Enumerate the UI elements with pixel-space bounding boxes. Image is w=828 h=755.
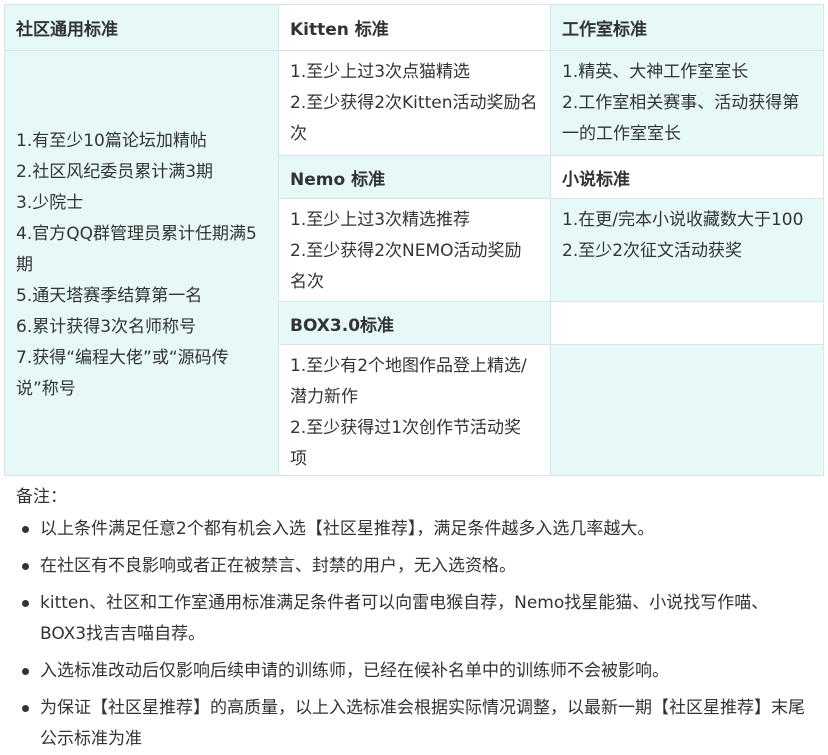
studio-standard-header: 工作室标准 xyxy=(551,5,823,50)
row-divider xyxy=(279,198,823,199)
nemo-standard-body: 1.至少上过3次精选推荐 2.至少获得2次NEMO活动奖励名次 xyxy=(279,199,550,301)
list-item: kitten、社区和工作室通用标准满足条件者可以向雷电猴自荐，Nemo找星能猫、… xyxy=(16,588,812,650)
box3-standard-body: 1.至少有2个地图作品登上精选/潜力新作 2.至少获得过1次创作节活动奖项 xyxy=(279,345,550,475)
list-item: 1.有至少10篇论坛加精帖 xyxy=(16,131,207,151)
note-text: 在社区有不良影响或者正在被禁言、封禁的用户，无入选资格。 xyxy=(40,556,516,576)
bullet-icon xyxy=(22,563,29,570)
list-item: 3.少院士 xyxy=(16,193,84,213)
bullet-icon xyxy=(22,668,29,675)
list-item: 1.至少上过3次点猫精选 xyxy=(290,62,471,82)
notes-section: 备注： 以上条件满足任意2个都有机会入选【社区星推荐】，满足条件越多入选几率越大… xyxy=(4,476,824,749)
list-item: 在社区有不良影响或者正在被禁言、封禁的用户，无入选资格。 xyxy=(16,551,812,582)
list-item: 1.至少上过3次精选推荐 xyxy=(290,210,471,230)
list-item: 2.至少2次征文活动获奖 xyxy=(562,241,743,261)
list-item: 1.至少有2个地图作品登上精选/潜力新作 xyxy=(290,356,527,407)
list-item: 为保证【社区星推荐】的高质量，以上入选标准会根据实际情况调整，以最新一期【社区星… xyxy=(16,693,812,755)
note-text: 入选标准改动后仅影响后续申请的训练师，已经在候补名单中的训练师不会被影响。 xyxy=(40,661,669,681)
bullet-icon xyxy=(22,705,29,712)
list-item: 2.社区风纪委员累计满3期 xyxy=(16,162,214,182)
empty-cell xyxy=(551,302,823,344)
list-item: 7.获得“编程大佬”或“源码传说”称号 xyxy=(16,348,229,399)
notes-label: 备注： xyxy=(16,487,67,507)
box3-standard-header: BOX3.0标准 xyxy=(279,302,550,344)
list-item: 2.至少获得2次Kitten活动奖励名次 xyxy=(290,93,538,144)
column-divider xyxy=(550,5,551,475)
bullet-icon xyxy=(22,526,29,533)
kitten-standard-header: Kitten 标准 xyxy=(279,5,550,50)
list-item: 6.累计获得3次名师称号 xyxy=(16,317,197,337)
row-divider xyxy=(5,50,823,51)
list-item: 5.通天塔赛季结算第一名 xyxy=(16,286,203,306)
list-item: 2.至少获得过1次创作节活动奖项 xyxy=(290,418,522,469)
community-standard-title: 社区通用标准 xyxy=(16,20,118,40)
notes-list: 以上条件满足任意2个都有机会入选【社区星推荐】，满足条件越多入选几率越大。 在社… xyxy=(16,514,812,755)
row-divider xyxy=(279,301,823,302)
empty-cell xyxy=(551,345,823,475)
studio-standard-title: 工作室标准 xyxy=(562,20,647,40)
list-item: 入选标准改动后仅影响后续申请的训练师，已经在候补名单中的训练师不会被影响。 xyxy=(16,656,812,687)
row-divider xyxy=(279,344,823,345)
list-item: 以上条件满足任意2个都有机会入选【社区星推荐】，满足条件越多入选几率越大。 xyxy=(16,514,812,545)
community-standard-body: 1.有至少10篇论坛加精帖 2.社区风纪委员累计满3期 3.少院士 4.官方QQ… xyxy=(5,50,278,475)
nemo-standard-title: Nemo 标准 xyxy=(290,169,386,190)
bullet-icon xyxy=(22,600,29,607)
list-item: 1.精英、大神工作室室长 xyxy=(562,62,749,82)
community-standard-header: 社区通用标准 xyxy=(5,5,278,50)
list-item: 2.工作室相关赛事、活动获得第一的工作室室长 xyxy=(562,93,800,144)
box3-standard-title: BOX3.0标准 xyxy=(290,315,395,336)
novel-standard-header: 小说标准 xyxy=(551,156,823,198)
list-item: 1.在更/完本小说收藏数大于100 xyxy=(562,210,804,230)
standards-table: 社区通用标准 1.有至少10篇论坛加精帖 2.社区风纪委员累计满3期 3.少院士… xyxy=(4,4,824,476)
studio-standard-body: 1.精英、大神工作室室长 2.工作室相关赛事、活动获得第一的工作室室长 xyxy=(551,51,823,155)
list-item: 4.官方QQ群管理员累计任期满5期 xyxy=(16,224,257,275)
kitten-standard-body: 1.至少上过3次点猫精选 2.至少获得2次Kitten活动奖励名次 xyxy=(279,51,550,155)
note-text: 以上条件满足任意2个都有机会入选【社区星推荐】，满足条件越多入选几率越大。 xyxy=(40,519,655,539)
novel-standard-title: 小说标准 xyxy=(562,169,630,190)
note-text: 为保证【社区星推荐】的高质量，以上入选标准会根据实际情况调整，以最新一期【社区星… xyxy=(40,698,805,749)
note-text: kitten、社区和工作室通用标准满足条件者可以向雷电猴自荐，Nemo找星能猫、… xyxy=(40,593,769,644)
column-divider xyxy=(278,5,279,475)
list-item: 2.至少获得2次NEMO活动奖励名次 xyxy=(290,241,522,292)
row-divider xyxy=(279,155,823,156)
novel-standard-body: 1.在更/完本小说收藏数大于100 2.至少2次征文活动获奖 xyxy=(551,199,823,301)
kitten-standard-title: Kitten 标准 xyxy=(290,20,389,40)
nemo-standard-header: Nemo 标准 xyxy=(279,156,550,198)
